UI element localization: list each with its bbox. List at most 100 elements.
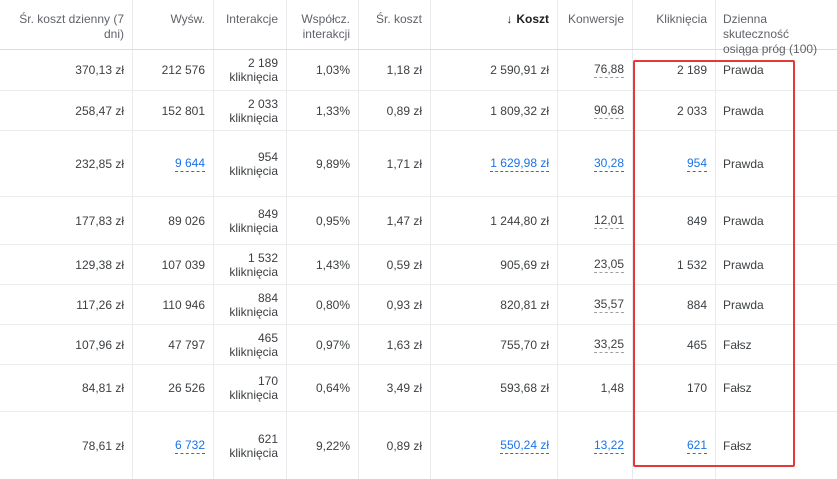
interactions-cell: 2 033 kliknięcia <box>229 96 278 125</box>
interaction-rate-cell: 1,43% <box>315 257 350 272</box>
efficiency-cell: Prawda <box>723 103 764 118</box>
conversions-cell: 76,88 <box>557 50 632 90</box>
avg-cost-cell: 0,59 zł <box>386 257 422 272</box>
cost-cell: 1 629,98 zł <box>430 131 557 196</box>
table-row: 177,83 zł 89 026 849 kliknięcia 0,95% 1,4… <box>0 197 837 245</box>
conversions-cell: 33,25 <box>557 325 632 364</box>
clicks-cell: 465 <box>686 337 707 352</box>
table-row: 117,26 zł 110 946 884 kliknięcia 0,80% 0,… <box>0 285 837 325</box>
interactions-cell: 621 kliknięcia <box>229 431 278 460</box>
conversions-cell: 12,01 <box>557 197 632 244</box>
interactions-cell: 1 532 kliknięcia <box>229 250 278 279</box>
interaction-rate-cell: 9,89% <box>315 156 350 171</box>
conversions-value[interactable]: 12,01 <box>593 213 624 229</box>
conversions-value[interactable]: 33,25 <box>593 337 624 353</box>
cost-cell: 1 244,80 zł <box>490 213 549 228</box>
table-row: 232,85 zł 9 644 954 kliknięcia 9,89% 1,71… <box>0 131 837 197</box>
clicks-link[interactable]: 621 <box>686 438 707 454</box>
interaction-rate-cell: 0,97% <box>315 337 350 352</box>
header-interactions[interactable]: Interakcje <box>213 0 286 49</box>
cost-cell: 550,24 zł <box>430 412 557 479</box>
header-avg-cost[interactable]: Śr. koszt <box>358 0 430 49</box>
clicks-cell: 1 532 <box>676 257 707 272</box>
cost-cell: 1 809,32 zł <box>490 103 549 118</box>
interaction-rate-cell: 1,33% <box>315 103 350 118</box>
arrow-down-icon: ↓ <box>506 12 513 26</box>
clicks-cell: 2 033 <box>676 103 707 118</box>
interactions-cell: 954 kliknięcia <box>229 149 278 178</box>
clicks-cell: 849 <box>686 213 707 228</box>
interactions-cell: 884 kliknięcia <box>229 290 278 319</box>
avg-cost-cell: 0,89 zł <box>386 103 422 118</box>
cost-cell: 820,81 zł <box>500 297 549 312</box>
avg-cost-cell: 0,93 zł <box>386 297 422 312</box>
header-cost[interactable]: ↓ Koszt <box>430 0 557 49</box>
cost-cell: 905,69 zł <box>500 257 549 272</box>
interaction-rate-cell: 1,03% <box>315 63 350 77</box>
header-clicks[interactable]: Kliknięcia <box>632 0 715 49</box>
header-conversions[interactable]: Konwersje <box>557 0 632 49</box>
conversions-cell: 90,68 <box>557 91 632 130</box>
conversions-cell: 35,57 <box>557 285 632 324</box>
conversions-link[interactable]: 30,28 <box>593 156 624 172</box>
conversions-value[interactable]: 23,05 <box>593 257 624 273</box>
conversions-link[interactable]: 13,22 <box>593 438 624 454</box>
clicks-cell: 954 <box>632 131 715 196</box>
results-table: Śr. koszt dzienny (7 dni) Wyśw. Interakc… <box>0 0 837 479</box>
interaction-rate-cell: 0,80% <box>315 297 350 312</box>
avg-daily-cost-cell: 258,47 zł <box>75 103 124 118</box>
conversions-value[interactable]: 35,57 <box>593 297 624 313</box>
conversions-value[interactable]: 90,68 <box>593 103 624 119</box>
conversions-cell: 13,22 <box>557 412 632 479</box>
clicks-cell: 2 189 <box>676 63 707 77</box>
avg-cost-cell: 1,63 zł <box>386 337 422 352</box>
avg-daily-cost-cell: 177,83 zł <box>75 213 124 228</box>
clicks-cell: 170 <box>686 381 707 395</box>
impressions-cell: 107 039 <box>161 257 205 272</box>
table-row: 107,96 zł 47 797 465 kliknięcia 0,97% 1,6… <box>0 325 837 365</box>
impressions-cell: 212 576 <box>161 63 205 77</box>
avg-daily-cost-cell: 129,38 zł <box>75 257 124 272</box>
cost-cell: 2 590,91 zł <box>490 63 549 77</box>
cost-link[interactable]: 550,24 zł <box>500 438 549 454</box>
interactions-cell: 465 kliknięcia <box>229 330 278 359</box>
clicks-cell: 884 <box>686 297 707 312</box>
avg-daily-cost-cell: 117,26 zł <box>76 297 124 312</box>
clicks-cell: 621 <box>632 412 715 479</box>
table-row: 129,38 zł 107 039 1 532 kliknięcia 1,43% … <box>0 245 837 285</box>
avg-cost-cell: 1,18 zł <box>386 63 422 77</box>
conversions-cell: 23,05 <box>557 245 632 284</box>
conversions-cell: 1,48 <box>600 381 624 395</box>
conversions-value[interactable]: 76,88 <box>593 62 624 78</box>
header-interaction-rate[interactable]: Współcz. interakcji <box>286 0 358 49</box>
table-row: 78,61 zł 6 732 621 kliknięcia 9,22% 0,89 … <box>0 412 837 479</box>
interactions-cell: 170 kliknięcia <box>229 374 278 402</box>
interaction-rate-cell: 9,22% <box>315 438 350 453</box>
impressions-cell: 6 732 <box>132 412 213 479</box>
impressions-cell: 110 946 <box>162 297 206 312</box>
cost-link[interactable]: 1 629,98 zł <box>490 156 549 172</box>
header-avg-daily-cost[interactable]: Śr. koszt dzienny (7 dni) <box>0 0 132 49</box>
avg-daily-cost-cell: 84,81 zł <box>81 381 124 395</box>
conversions-cell: 30,28 <box>557 131 632 196</box>
impressions-cell: 26 526 <box>168 381 205 395</box>
impressions-cell: 152 801 <box>161 103 205 118</box>
impressions-link[interactable]: 6 732 <box>174 438 205 454</box>
efficiency-cell: Fałsz <box>723 381 752 395</box>
efficiency-cell: Prawda <box>723 156 764 171</box>
avg-daily-cost-cell: 232,85 zł <box>75 156 124 171</box>
table-row: 258,47 zł 152 801 2 033 kliknięcia 1,33% … <box>0 91 837 131</box>
table-header: Śr. koszt dzienny (7 dni) Wyśw. Interakc… <box>0 0 837 56</box>
cost-cell: 593,68 zł <box>500 381 549 395</box>
efficiency-cell: Prawda <box>723 63 764 77</box>
header-daily-efficiency[interactable]: Dzienna skuteczność osiąga próg (100) <box>715 0 837 56</box>
interaction-rate-cell: 0,95% <box>315 213 350 228</box>
clicks-link[interactable]: 954 <box>686 156 707 172</box>
avg-daily-cost-cell: 107,96 zł <box>75 337 124 352</box>
impressions-cell: 89 026 <box>168 213 205 228</box>
efficiency-cell: Fałsz <box>723 438 752 453</box>
avg-cost-cell: 3,49 zł <box>386 381 422 395</box>
impressions-link[interactable]: 9 644 <box>174 156 205 172</box>
header-impressions[interactable]: Wyśw. <box>132 0 213 49</box>
table-row: 370,13 zł 212 576 2 189 kliknięcia 1,03% … <box>0 50 837 91</box>
